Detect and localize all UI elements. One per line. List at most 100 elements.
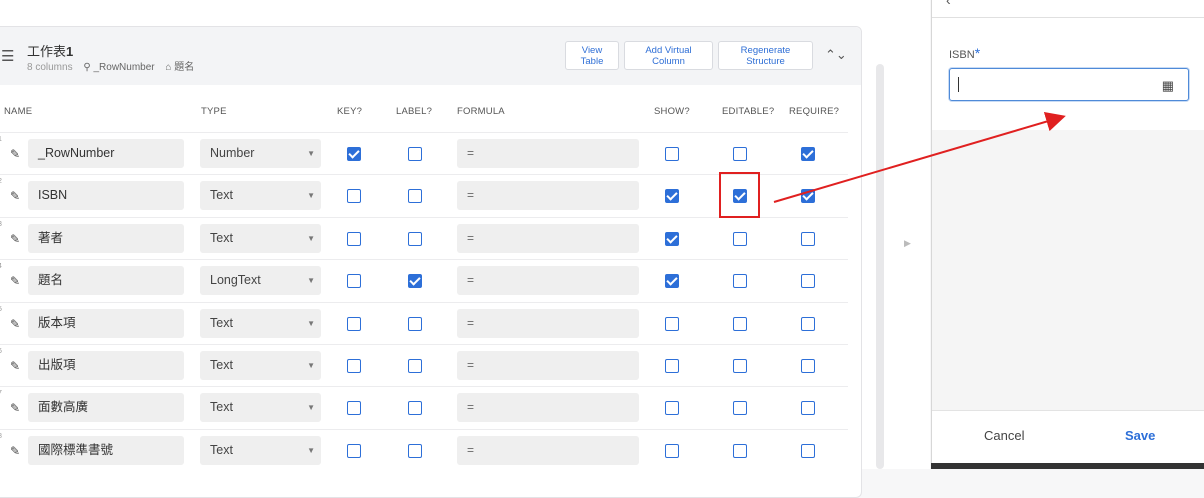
label-checkbox[interactable] [408,231,422,246]
label-checkbox[interactable] [408,274,422,289]
pencil-icon[interactable]: ✎ [10,317,20,331]
column-type-select[interactable]: Text ▼ [200,393,321,423]
column-type-select[interactable]: Number ▼ [200,139,321,168]
formula-field[interactable]: = [457,435,639,465]
label-checkbox[interactable] [408,359,422,373]
column-type-select[interactable]: Text ▼ [200,308,321,338]
back-icon[interactable]: ‹ [946,0,951,8]
column-name-field[interactable]: 著者 [28,223,184,253]
require-checkbox[interactable] [801,274,815,289]
column-type-value: Text [210,315,233,330]
table-meta: 8 columns ⚲ _RowNumber ⌂ 題名 [27,58,194,73]
row-number: 8 [0,433,2,440]
column-name-field[interactable]: 面數高廣 [28,393,184,423]
panel-toggle-icon[interactable]: ▶ [904,238,911,249]
vertical-scrollbar[interactable] [876,64,884,469]
column-name-field[interactable]: 國際標準書號 [28,435,184,465]
table-row: 5 ✎ 版本項 Text ▼ = [0,301,848,345]
require-checkbox[interactable] [801,401,815,416]
editable-checkbox[interactable] [733,316,747,331]
show-checkbox[interactable] [665,147,679,161]
formula-field[interactable]: = [457,181,639,211]
col-header-formula: FORMULA [457,106,505,117]
show-checkbox[interactable] [665,189,679,204]
qr-code-icon[interactable]: ▦ [1162,78,1174,94]
tag-icon: ⌂ [165,62,172,73]
show-checkbox[interactable] [665,359,679,373]
editable-checkbox[interactable] [733,401,747,416]
key-checkbox[interactable] [347,274,361,289]
chevron-updown-icon[interactable]: ⌃⌄ [825,47,847,63]
key-checkbox[interactable] [347,231,361,246]
pencil-icon[interactable]: ✎ [10,232,20,246]
regenerate-structure-label: Regenerate Structure [740,44,791,67]
require-checkbox[interactable] [801,189,815,204]
key-checkbox[interactable] [347,401,361,416]
formula-field[interactable]: = [457,308,639,338]
column-name-field[interactable]: _RowNumber [28,139,184,168]
editable-checkbox[interactable] [733,359,747,373]
label-checkbox[interactable] [408,147,422,161]
column-name-field[interactable]: ISBN [28,181,184,211]
key-checkbox[interactable] [347,189,361,204]
caret-down-icon: ▼ [307,361,315,370]
show-checkbox[interactable] [665,443,679,458]
show-checkbox[interactable] [665,231,679,246]
formula-field[interactable]: = [457,139,639,168]
key-checkbox[interactable] [347,316,361,331]
editable-checkbox[interactable] [733,274,747,289]
pencil-icon[interactable]: ✎ [10,359,20,373]
row-number: 7 [0,390,2,397]
cancel-button[interactable]: Cancel [984,428,1024,443]
require-checkbox[interactable] [801,316,815,331]
editable-checkbox[interactable] [733,443,747,458]
column-type-select[interactable]: Text ▼ [200,181,321,211]
show-checkbox[interactable] [665,316,679,331]
save-button[interactable]: Save [1125,428,1155,443]
pencil-icon[interactable]: ✎ [10,274,20,288]
pencil-icon[interactable]: ✎ [10,444,20,458]
require-checkbox[interactable] [801,231,815,246]
column-type-select[interactable]: Text ▼ [200,435,321,465]
formula-field[interactable]: = [457,266,639,296]
key-icon: ⚲ [83,62,91,73]
label-checkbox[interactable] [408,401,422,416]
isbn-input[interactable]: ▦ [949,68,1189,101]
column-type-select[interactable]: LongText ▼ [200,266,321,296]
show-checkbox[interactable] [665,401,679,416]
editable-checkbox[interactable] [733,147,747,161]
formula-field[interactable]: = [457,351,639,380]
add-virtual-column-button[interactable]: Add Virtual Column [624,41,713,70]
key-checkbox[interactable] [347,443,361,458]
require-checkbox[interactable] [801,147,815,161]
regenerate-structure-button[interactable]: Regenerate Structure [718,41,813,70]
key-checkbox[interactable] [347,147,361,161]
formula-field[interactable]: = [457,393,639,423]
view-table-label: View Table [580,44,604,67]
label-checkbox[interactable] [408,316,422,331]
column-name-field[interactable]: 出版項 [28,351,184,380]
column-name-field[interactable]: 題名 [28,266,184,296]
column-type-select[interactable]: Text ▼ [200,223,321,253]
pencil-icon[interactable]: ✎ [10,401,20,415]
hamburger-icon[interactable]: ☰ [1,47,14,65]
formula-field[interactable]: = [457,223,639,253]
pencil-icon[interactable]: ✎ [10,147,20,161]
table-title-text: 工作表 [27,44,67,59]
require-checkbox[interactable] [801,443,815,458]
label-checkbox[interactable] [408,189,422,204]
caret-down-icon: ▼ [307,445,315,455]
label-checkbox[interactable] [408,443,422,458]
require-checkbox[interactable] [801,359,815,373]
key-checkbox[interactable] [347,359,361,373]
show-checkbox[interactable] [665,274,679,289]
pencil-icon[interactable]: ✎ [10,189,20,203]
column-name-field[interactable]: 版本項 [28,308,184,338]
editable-checkbox[interactable] [733,231,747,246]
caret-down-icon: ▼ [307,276,315,286]
isbn-field-label: ISBN* [949,45,980,61]
view-table-button[interactable]: View Table [565,41,619,70]
col-header-name: NAME [4,106,33,117]
column-type-select[interactable]: Text ▼ [200,351,321,380]
table-row: 8 ✎ 國際標準書號 Text ▼ = [0,428,848,472]
